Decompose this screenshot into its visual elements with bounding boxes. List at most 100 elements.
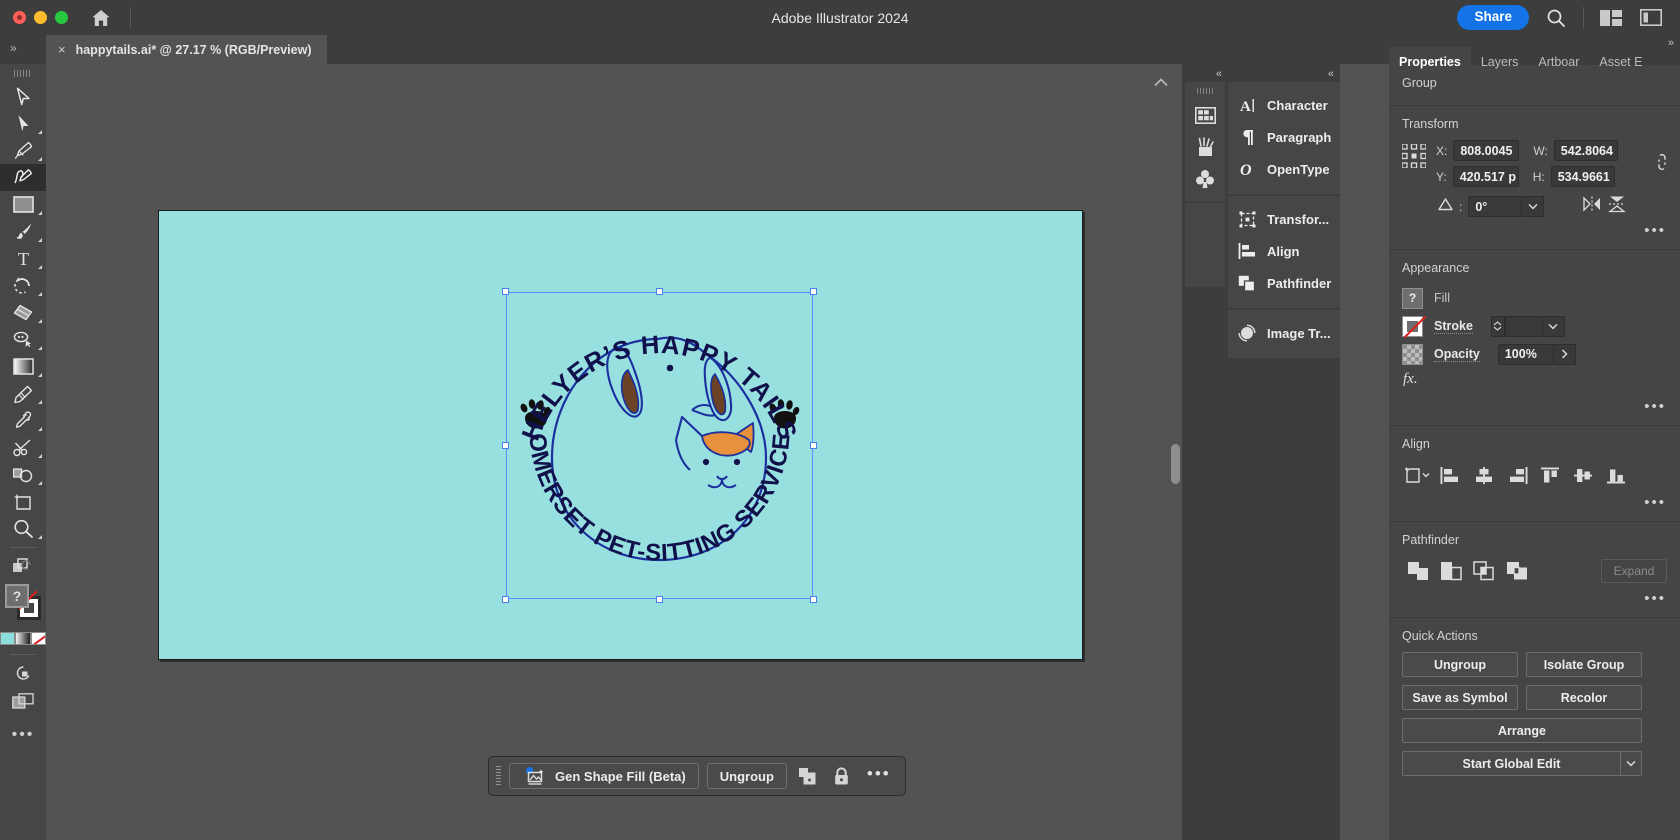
edit-toolbar-button[interactable] [0,553,46,580]
artboard[interactable]: HELYER’S HAPPY TAILS SOMERSET PET-SITTIN… [158,210,1083,660]
stroke-label[interactable]: Stroke [1434,319,1473,334]
tab-properties[interactable]: Properties [1389,47,1471,77]
duplicate-icon[interactable] [795,763,821,789]
save-as-symbol-button[interactable]: Save as Symbol [1402,685,1518,710]
gradient-button[interactable] [15,632,30,645]
artboard-tool[interactable] [0,488,46,515]
panel-opentype[interactable]: O OpenType [1228,153,1340,185]
pen-tool[interactable] [0,137,46,164]
resize-handle-tc[interactable] [656,288,663,295]
rectangle-tool[interactable] [0,191,46,218]
gen-shape-fill-button[interactable]: Gen Shape Fill (Beta) [509,763,699,789]
flip-vertical-icon[interactable] [1608,195,1626,218]
panel-align[interactable]: Align [1228,235,1340,267]
resize-handle-tl[interactable] [502,288,509,295]
resize-handle-ml[interactable] [502,442,509,449]
align-more-button[interactable]: ••• [1389,490,1680,511]
stroke-weight-stepper[interactable] [1491,316,1505,337]
fx-button[interactable]: fx. [1389,368,1680,394]
stroke-swatch[interactable] [1402,316,1423,337]
w-input[interactable]: 542.8064 [1554,140,1618,161]
opacity-label[interactable]: Opacity [1434,347,1480,362]
align-left-icon[interactable] [1434,460,1467,490]
resize-handle-bc[interactable] [656,596,663,603]
align-vertical-center-icon[interactable] [1566,460,1599,490]
chevron-right-icon[interactable]: » [10,41,17,55]
color-button[interactable] [0,632,15,645]
unlinked-chain-icon[interactable] [1650,140,1680,177]
eraser-tool[interactable] [0,299,46,326]
flip-horizontal-icon[interactable] [1582,196,1602,217]
arrange-documents-icon[interactable] [1598,5,1624,31]
opacity-options-icon[interactable] [1554,344,1576,365]
align-horizontal-center-icon[interactable] [1467,460,1500,490]
close-icon[interactable]: × [58,42,66,57]
align-right-icon[interactable] [1500,460,1533,490]
none-button[interactable] [31,632,46,645]
search-icon[interactable] [1543,5,1569,31]
angle-dropdown-icon[interactable] [1522,196,1544,217]
pathfinder-more-button[interactable]: ••• [1389,586,1680,607]
h-input[interactable]: 534.9661 [1551,166,1615,187]
global-edit-dropdown-icon[interactable] [1620,751,1642,776]
close-window-button[interactable] [13,11,26,24]
align-bottom-icon[interactable] [1599,460,1632,490]
direct-selection-tool[interactable] [0,110,46,137]
angle-input[interactable]: 0° [1468,196,1522,217]
canvas-area[interactable]: HELYER’S HAPPY TAILS SOMERSET PET-SITTIN… [46,64,1182,840]
isolate-group-button[interactable]: Isolate Group [1526,652,1642,677]
chevron-up-icon[interactable] [1154,76,1168,90]
toolbar-more-button[interactable]: ••• [0,726,46,744]
share-button[interactable]: Share [1457,5,1529,30]
tab-layers[interactable]: Layers [1471,47,1529,77]
resize-handle-mr[interactable] [810,442,817,449]
panel-pathfinder[interactable]: Pathfinder [1228,267,1340,299]
fill-stroke-swatches[interactable]: ? [0,582,46,628]
resize-handle-tr[interactable] [810,288,817,295]
swatches-icon[interactable] [1185,99,1225,131]
change-screen-mode-icon[interactable] [0,660,46,687]
scissors-tool[interactable] [0,434,46,461]
fill-swatch[interactable]: ? [5,584,29,608]
start-global-edit-button[interactable]: Start Global Edit [1402,751,1620,776]
panel-transform[interactable]: Transfor... [1228,203,1340,235]
paintbrush-tool[interactable] [0,218,46,245]
align-to-selection-icon[interactable] [1401,460,1434,490]
home-icon[interactable] [88,5,114,31]
eyedropper-tool[interactable] [0,407,46,434]
minimize-window-button[interactable] [34,11,47,24]
expand-button[interactable]: Expand [1601,559,1667,583]
exclude-icon[interactable] [1500,556,1533,586]
workspace-switcher-icon[interactable] [1638,5,1664,31]
x-input[interactable]: 808.0045 [1453,140,1519,161]
contextual-toolbar[interactable]: Gen Shape Fill (Beta) Ungroup ••• [488,756,906,796]
y-input[interactable]: 420.517 p [1453,166,1519,187]
shape-builder-tool[interactable] [0,461,46,488]
panel-image-trace[interactable]: Image Tr... [1228,317,1340,349]
minus-front-icon[interactable] [1434,556,1467,586]
reference-point-grid[interactable] [1389,140,1426,173]
unite-icon[interactable] [1401,556,1434,586]
transform-more-button[interactable]: ••• [1389,218,1680,239]
fill-swatch[interactable]: ? [1402,288,1423,309]
zoom-tool[interactable] [0,515,46,542]
stroke-weight-input[interactable] [1505,316,1543,337]
arrange-button[interactable]: Arrange [1402,718,1642,743]
drag-handle[interactable] [496,766,501,786]
panel-grip[interactable] [1197,88,1214,94]
selection-tool[interactable] [0,83,46,110]
type-tool[interactable]: T [0,245,46,272]
intersect-icon[interactable] [1467,556,1500,586]
canvas-scrollbar[interactable] [1171,444,1180,484]
maximize-window-button[interactable] [55,11,68,24]
brushes-icon[interactable] [1185,131,1225,163]
collapse-properties-icon[interactable]: » [1668,37,1674,49]
align-top-icon[interactable] [1533,460,1566,490]
panel-paragraph[interactable]: Paragraph [1228,121,1340,153]
tab-artboards[interactable]: Artboar [1528,47,1589,77]
ungroup-button[interactable]: Ungroup [707,763,787,789]
rotate-tool[interactable] [0,272,46,299]
collapse-dock-icon[interactable]: « [1216,68,1222,80]
resize-handle-br[interactable] [810,596,817,603]
document-tab[interactable]: × happytails.ai* @ 27.17 % (RGB/Preview) [46,35,327,64]
